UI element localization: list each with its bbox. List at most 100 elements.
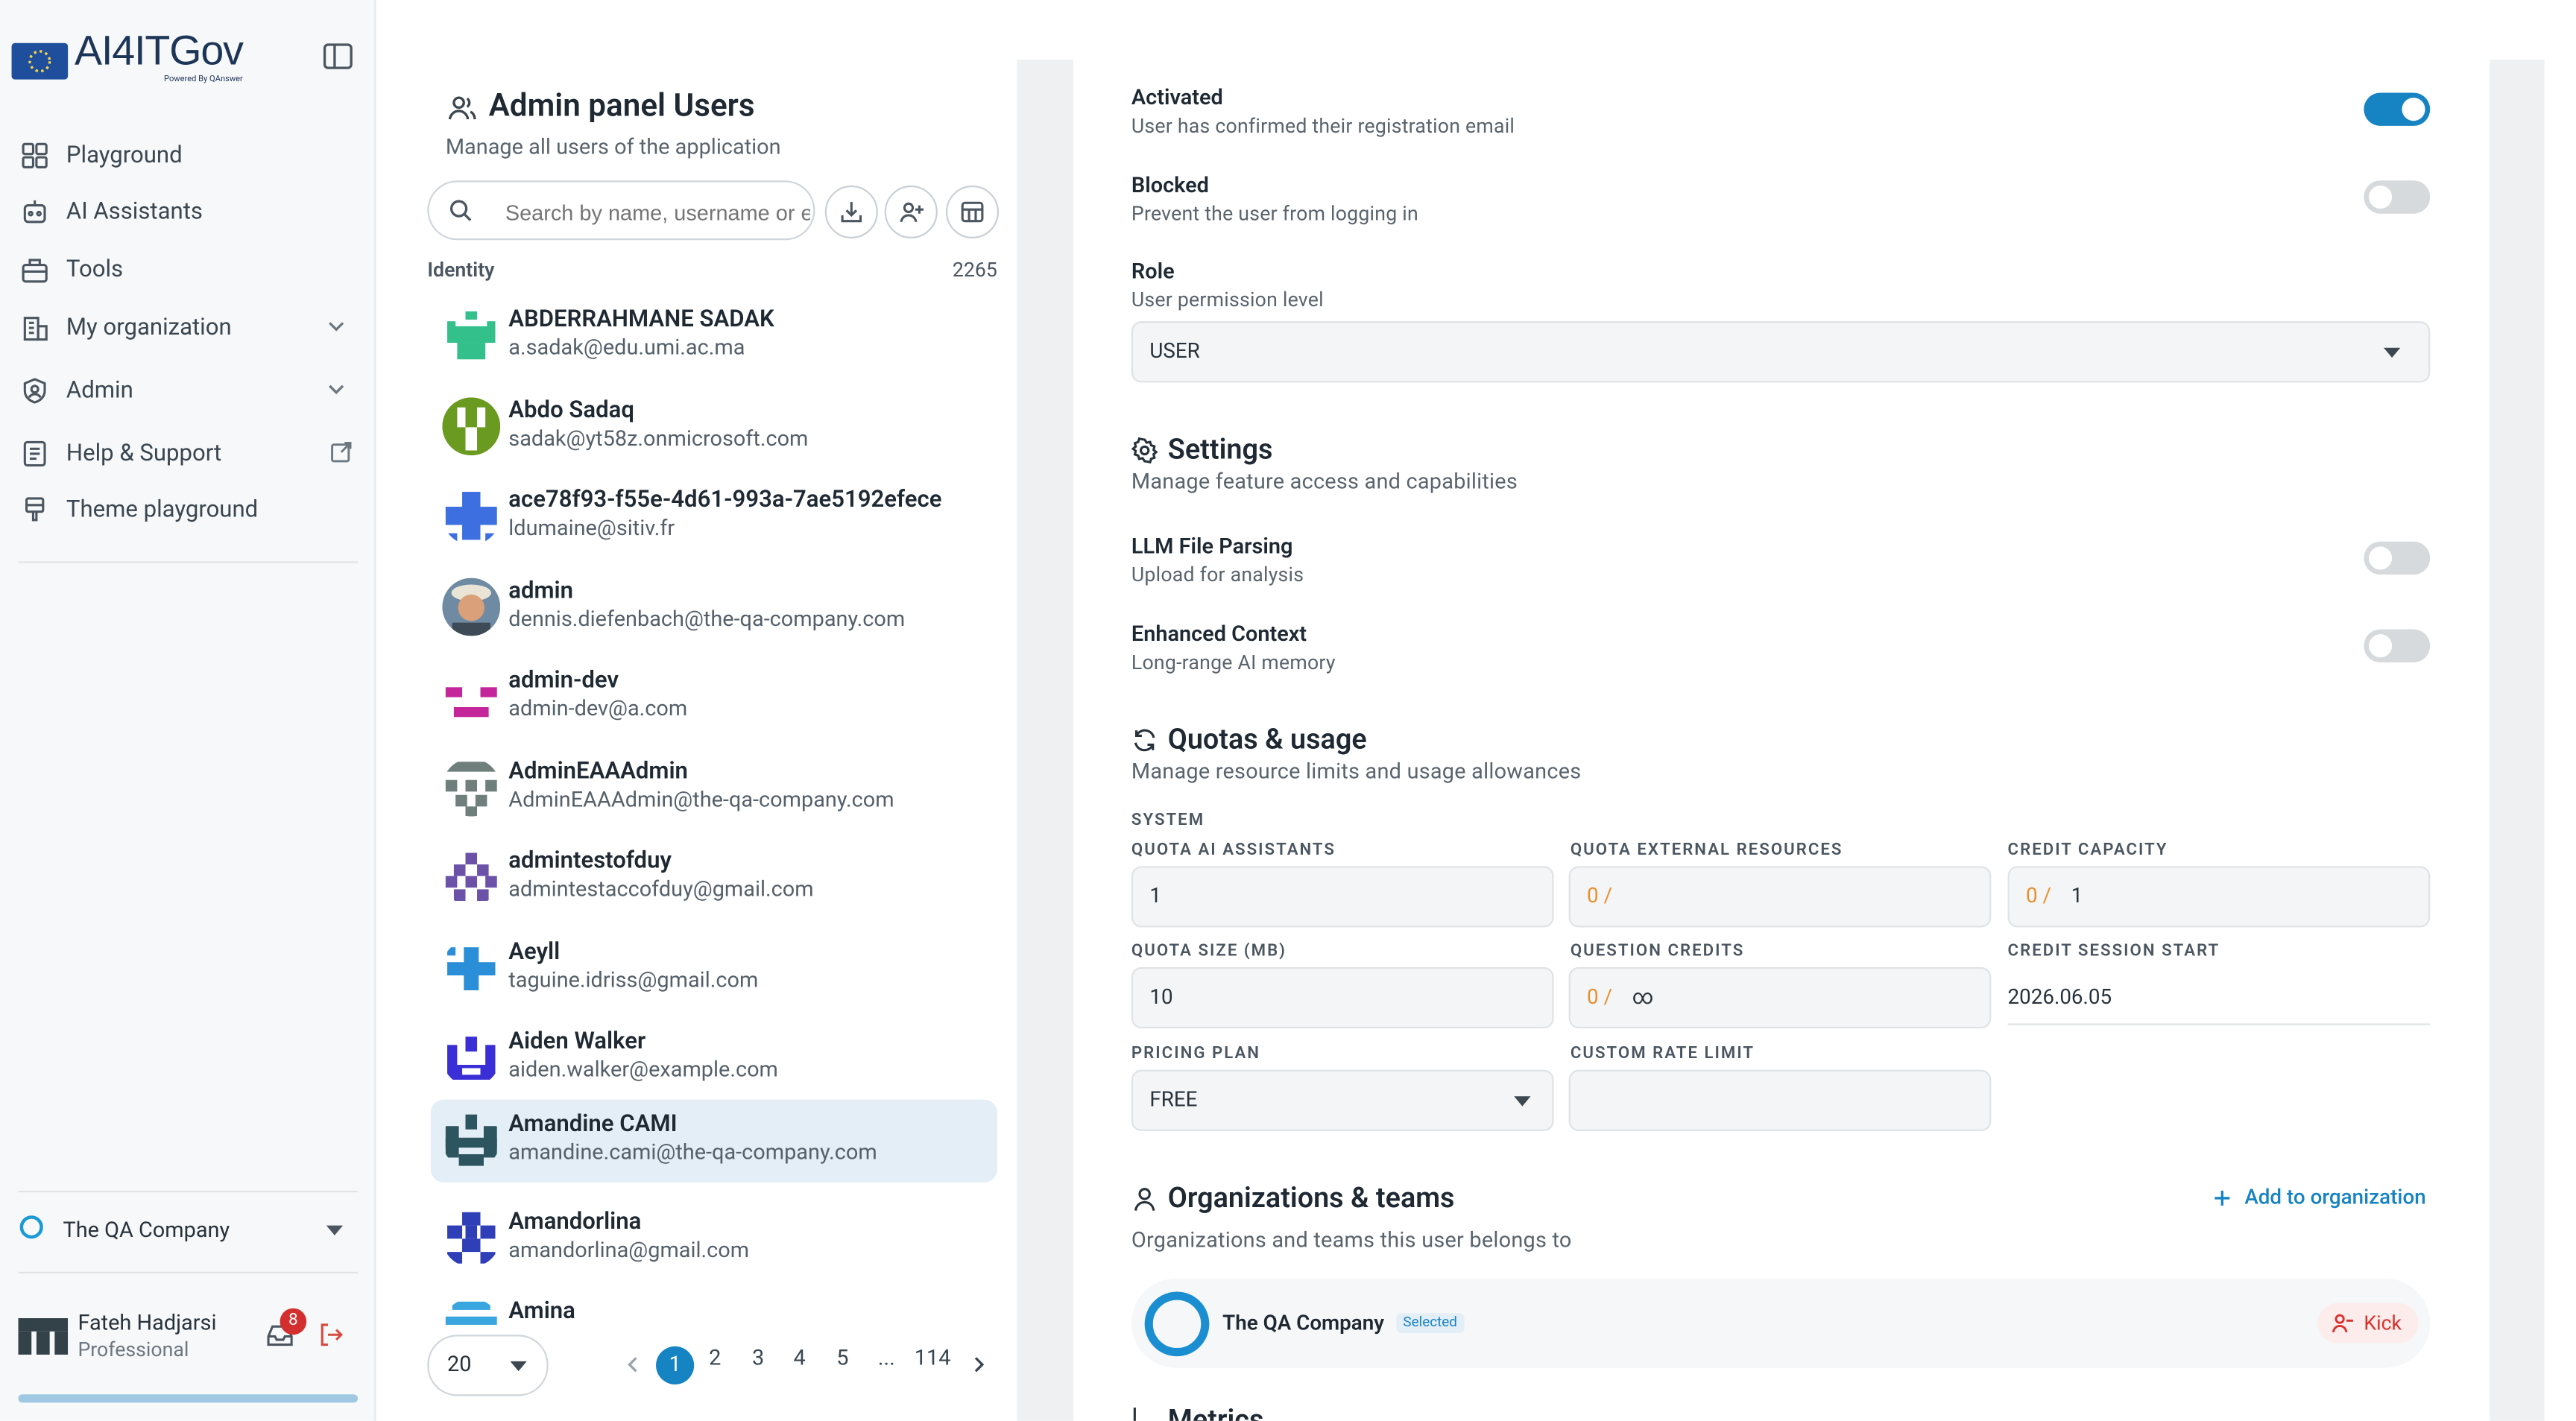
role-select[interactable]: USER [1131,321,2431,383]
metrics-title-text: Metrics [1167,1404,1264,1421]
quota-size-value: 10 [1149,985,1173,1010]
total-count: 2265 [952,258,997,282]
user-name: Aiden Walker [508,1028,646,1055]
activated-label: Activated [1131,86,1223,111]
user-row[interactable]: AdminEAAAdmin AdminEAAAdmin@the-qa-compa… [431,745,997,828]
quotas-title-text: Quotas & usage [1167,724,1367,757]
quota-external-input[interactable]: 0 / [1568,866,1992,928]
logo-text: AI4ITGov [75,28,244,75]
pricing-plan-value: FREE [1149,1088,1198,1113]
user-plan: Professional [78,1338,189,1361]
enhanced-context-label: Enhanced Context [1131,622,1307,648]
sidebar-item-tools[interactable]: Tools [20,245,123,295]
next-page-icon[interactable] [969,1355,989,1375]
sidebar-item-label: AI Assistants [66,198,203,226]
kick-label: Kick [2364,1311,2402,1335]
user-email: ldumaine@sitiv.fr [508,516,675,542]
user-row[interactable]: admin-dev admin-dev@a.com [431,654,997,737]
credit-capacity-input[interactable]: 0 / 1 [2007,866,2431,928]
search-field[interactable] [427,180,815,241]
credit-session-label: CREDIT SESSION START [2007,942,2220,960]
org-selector[interactable]: The QA Company [19,1214,358,1250]
question-credits-input[interactable]: 0 / ∞ [1568,966,1992,1029]
quotas-title: Quotas & usage [1131,724,1367,757]
org-name: The QA Company [1222,1311,1385,1337]
plus-icon [2213,1189,2231,1207]
sidebar-item-playground[interactable]: Playground [20,131,183,181]
user-email: aiden.walker@example.com [508,1058,778,1083]
avatar-photo [442,577,501,636]
user-row-selected[interactable]: Amandine CAMI amandine.cami@the-qa-compa… [430,1099,997,1183]
kick-button[interactable]: Kick [2317,1303,2419,1344]
user-row[interactable]: Aeyll taguine.idriss@gmail.com [431,925,997,1008]
user-row[interactable]: Abdo Sadaq sadak@yt58z.onmicrosoft.com [431,384,997,467]
enhanced-context-desc: Long-range AI memory [1131,651,1336,674]
page-last[interactable]: 114 [915,1346,951,1371]
column-header-identity[interactable]: Identity [427,259,494,282]
sidebar-divider [18,1271,359,1274]
user-row[interactable]: Aiden Walker aiden.walker@example.com [431,1015,997,1098]
sidebar-item-help-support[interactable]: Help & Support [20,429,222,479]
quotas-desc: Manage resource limits and usage allowan… [1131,760,1582,785]
llm-parsing-toggle[interactable] [2364,541,2431,575]
user-row[interactable]: admintestofduy admintestaccofduy@gmail.c… [431,835,997,917]
user-row[interactable]: ABDERRAHMANE SADAK a.sadak@edu.umi.ac.ma [431,293,997,376]
add-to-organization-button[interactable]: Add to organization [2213,1186,2426,1211]
user-name: admintestofduy [508,847,672,875]
user-row[interactable]: admin dennis.diefenbach@the-qa-company.c… [431,565,997,648]
quota-ai-input[interactable]: 1 [1131,866,1554,928]
quota-size-label: QUOTA SIZE (MB) [1131,942,1287,960]
page-5[interactable]: 5 [836,1346,848,1371]
quota-size-input[interactable]: 10 [1131,966,1554,1029]
page-3[interactable]: 3 [752,1346,764,1371]
blocked-toggle[interactable] [2364,180,2431,214]
sidebar-item-label: Theme playground [66,496,259,524]
user-name: Abdo Sadaq [508,397,634,424]
page-2[interactable]: 2 [709,1346,721,1371]
question-credits-used: 0 / [1587,985,1613,1010]
page-size-select[interactable]: 20 [427,1335,549,1396]
collapse-sidebar-icon[interactable] [321,39,354,72]
chevron-down-icon[interactable] [325,378,348,401]
search-input[interactable] [502,182,814,239]
shield-icon [20,376,50,405]
sidebar-divider [18,1190,359,1193]
page-4[interactable]: 4 [794,1346,806,1371]
notification-badge: 8 [280,1308,307,1335]
avatar [442,306,501,364]
page-ellipsis: ... [877,1346,895,1372]
user-row[interactable]: Amina [431,1285,997,1330]
org-card: The QA Company Selected Kick [1131,1278,2431,1368]
sidebar-item-my-organization[interactable]: My organization [20,303,232,353]
avatar [442,939,501,997]
logout-icon[interactable] [318,1321,345,1348]
user-avatar[interactable] [18,1311,69,1361]
chevron-down-icon[interactable] [325,314,348,338]
user-name: ace78f93-f55e-4d61-993a-7ae5192efece [508,487,942,513]
user-row[interactable]: Amandorlina amandorlina@gmail.com [431,1196,997,1279]
add-user-button[interactable] [884,185,938,239]
columns-button[interactable] [945,185,1000,239]
prev-page-icon[interactable] [623,1355,643,1375]
pricing-plan-select[interactable]: FREE [1131,1069,1554,1131]
download-button[interactable] [824,185,878,239]
user-email: admintestaccofduy@gmail.com [508,877,814,903]
avatar [442,1028,501,1086]
settings-desc: Manage feature access and capabilities [1131,470,1518,496]
activated-toggle[interactable] [2364,92,2431,126]
enhanced-context-toggle[interactable] [2364,629,2431,662]
sidebar-item-ai-assistants[interactable]: AI Assistants [20,187,203,237]
app-logo[interactable]: AI4ITGov Powered By QAnswer [11,27,277,86]
user-row[interactable]: ace78f93-f55e-4d61-993a-7ae5192efece ldu… [431,474,997,557]
activated-desc: User has confirmed their registration em… [1131,114,1515,138]
sidebar-item-admin[interactable]: Admin [20,366,133,416]
page-1[interactable]: 1 [656,1346,695,1384]
chart-icon [1131,1405,1158,1421]
user-email: AdminEAAAdmin@the-qa-company.com [508,788,894,814]
orgs-desc: Organizations and teams this user belong… [1131,1229,1572,1254]
credit-capacity-label: CREDIT CAPACITY [2007,841,2168,860]
sidebar-item-theme-playground[interactable]: Theme playground [20,485,259,535]
rate-limit-input[interactable] [1568,1069,1992,1131]
user-name: Amina [508,1298,575,1325]
user-icon [1131,1186,1158,1212]
